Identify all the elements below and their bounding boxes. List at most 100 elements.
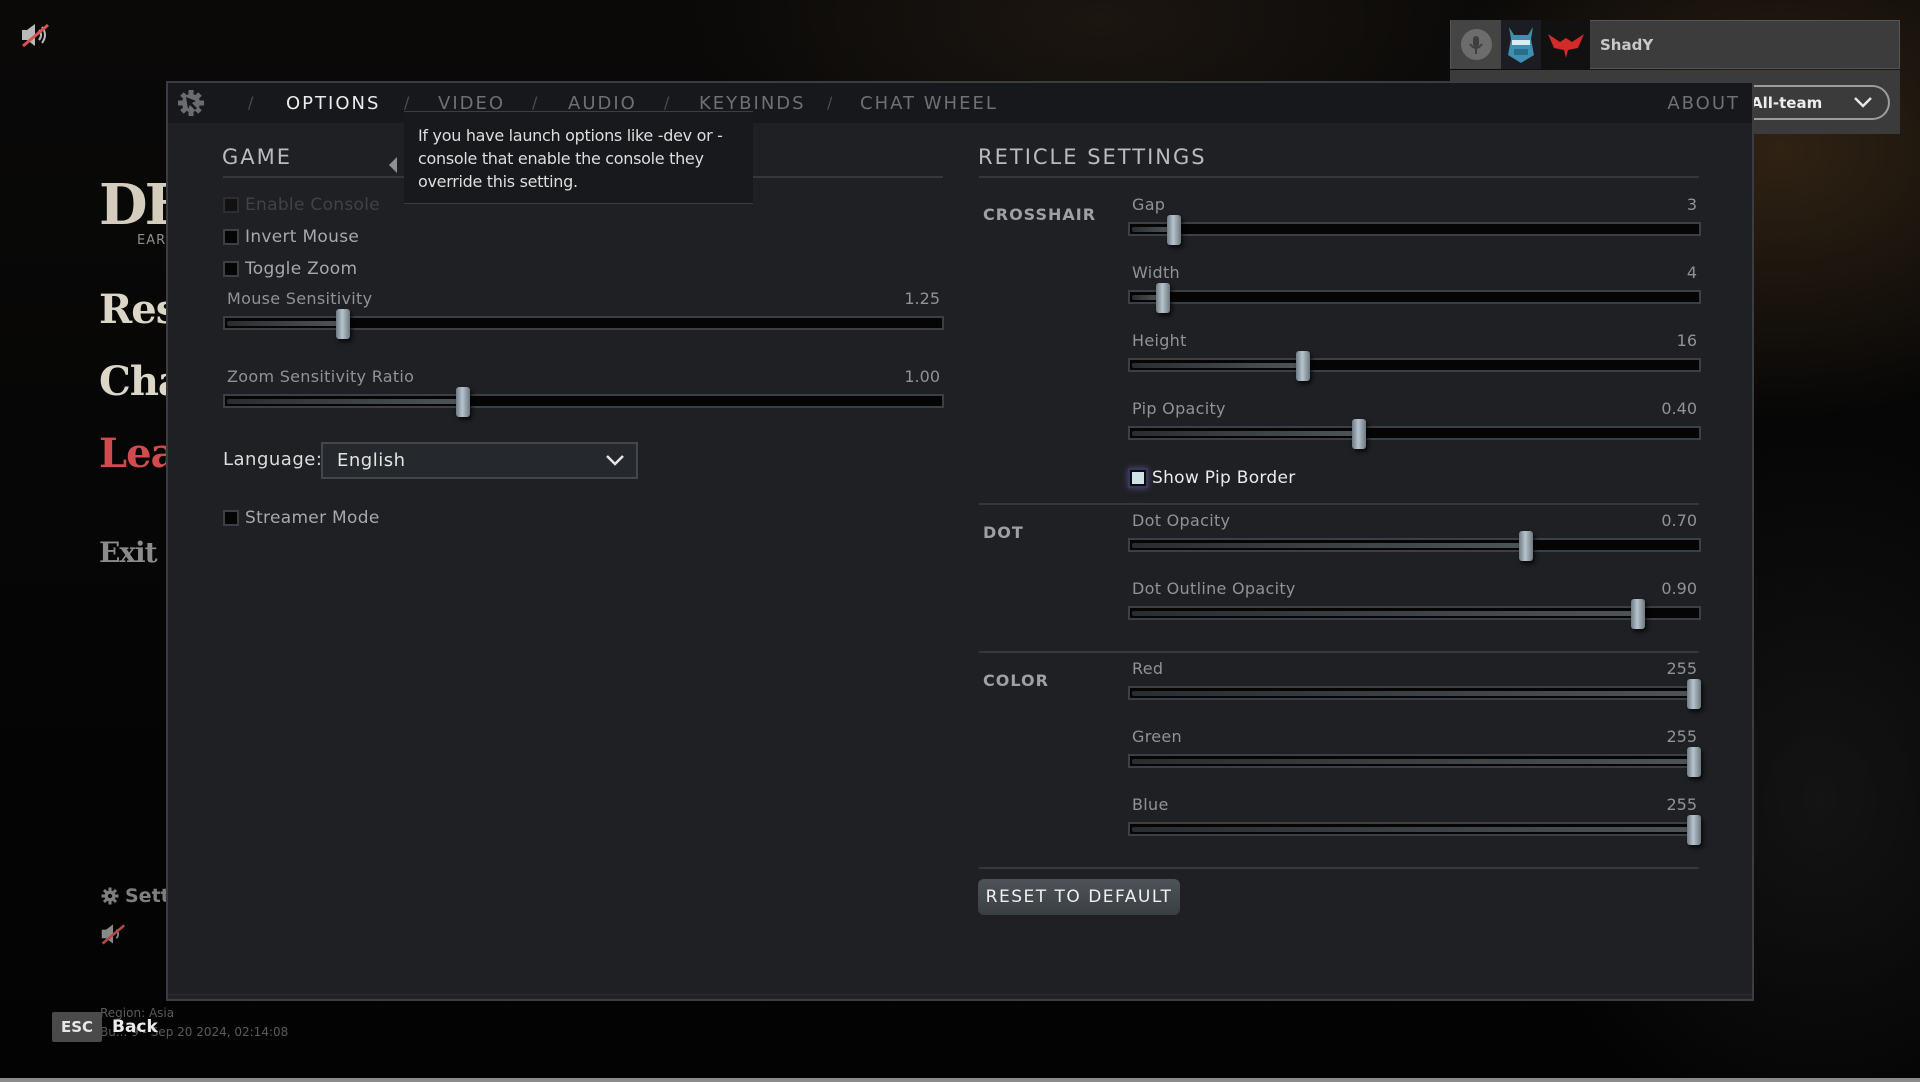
settings-gear-icon[interactable]	[176, 88, 206, 118]
slider-label: Zoom Sensitivity Ratio	[227, 367, 415, 386]
dot-outline-opacity-slider[interactable]: Dot Outline Opacity 0.90	[1128, 579, 1701, 629]
slider-thumb[interactable]	[1296, 351, 1310, 381]
toggle-zoom-checkbox[interactable]: Toggle Zoom	[223, 259, 357, 279]
pip-opacity-slider[interactable]: Pip Opacity 0.40	[1128, 399, 1701, 449]
checkbox-label: Show Pip Border	[1152, 468, 1296, 488]
reset-to-default-button[interactable]: RESET TO DEFAULT	[978, 879, 1180, 915]
checkbox-label: Toggle Zoom	[245, 259, 358, 279]
divider	[979, 651, 1699, 653]
settings-label: Sett	[125, 885, 170, 907]
show-pip-border-checkbox[interactable]: Show Pip Border	[1130, 468, 1296, 488]
tab-about[interactable]: ABOUT	[1667, 83, 1740, 123]
tab-options[interactable]: OPTIONS	[286, 83, 380, 123]
checkbox-box	[223, 261, 239, 277]
muted-speaker-icon[interactable]	[20, 22, 50, 48]
slider-fill	[1132, 759, 1689, 764]
tab-separator: /	[664, 93, 670, 112]
slider-track[interactable]	[1128, 606, 1701, 620]
tab-chat-wheel[interactable]: CHAT WHEEL	[860, 83, 998, 123]
slider-track[interactable]	[1128, 290, 1701, 304]
zoom-sensitivity-ratio-slider[interactable]: Zoom Sensitivity Ratio 1.00	[223, 367, 944, 417]
divider	[979, 503, 1699, 505]
slider-fill	[227, 399, 458, 404]
gap-slider[interactable]: Gap 3	[1128, 195, 1701, 245]
dot-opacity-slider[interactable]: Dot Opacity 0.70	[1128, 511, 1701, 561]
green-slider[interactable]: Green 255	[1128, 727, 1701, 777]
chevron-down-icon	[1854, 97, 1872, 108]
tab-separator: /	[248, 93, 254, 112]
slider-thumb[interactable]	[1519, 531, 1533, 561]
slider-label: Width	[1132, 263, 1180, 282]
slider-track[interactable]	[1128, 754, 1701, 768]
slider-thumb[interactable]	[1167, 215, 1181, 245]
chat-channel-value: All-team	[1751, 93, 1823, 112]
slider-value: 255	[1666, 659, 1697, 678]
voice-button[interactable]	[1451, 20, 1501, 69]
menu-item-settings[interactable]: Sett	[101, 885, 170, 907]
height-slider[interactable]: Height 16	[1128, 331, 1701, 381]
checkbox-label: Invert Mouse	[245, 227, 360, 247]
width-slider[interactable]: Width 4	[1128, 263, 1701, 313]
slider-fill	[1132, 295, 1158, 300]
taskbar-edge	[0, 1078, 1920, 1082]
checkbox-box	[223, 510, 239, 526]
divider	[979, 867, 1699, 869]
slider-value: 0.70	[1661, 511, 1697, 530]
muted-speaker-icon[interactable]	[100, 922, 126, 946]
checkbox-box	[1130, 470, 1146, 486]
back-label: Back	[112, 1017, 158, 1037]
back-button[interactable]: ESC Back	[52, 1012, 158, 1042]
slider-track[interactable]	[1128, 358, 1701, 372]
esc-key-badge: ESC	[52, 1012, 102, 1042]
slider-value: 255	[1666, 795, 1697, 814]
chevron-down-icon	[606, 455, 624, 466]
slider-value: 16	[1676, 331, 1697, 350]
slider-value: 1.25	[904, 289, 940, 308]
enable-console-checkbox[interactable]: Enable Console	[223, 195, 380, 215]
slider-thumb[interactable]	[336, 309, 350, 339]
slider-fill	[1132, 543, 1521, 548]
slider-value: 3	[1686, 195, 1697, 214]
slider-fill	[1132, 691, 1689, 696]
streamer-mode-checkbox[interactable]: Streamer Mode	[223, 508, 380, 528]
tooltip-arrow	[389, 157, 397, 173]
slider-track[interactable]	[1128, 822, 1701, 836]
slider-label: Gap	[1132, 195, 1166, 214]
slider-track[interactable]	[1128, 686, 1701, 700]
slider-thumb[interactable]	[1687, 815, 1701, 845]
slider-label: Green	[1132, 727, 1182, 746]
slider-fill	[1132, 363, 1298, 368]
hero-portrait-icon	[1508, 26, 1534, 63]
invert-mouse-checkbox[interactable]: Invert Mouse	[223, 227, 359, 247]
slider-track[interactable]	[223, 394, 944, 408]
microphone-icon	[1469, 35, 1483, 54]
slider-fill	[1132, 227, 1169, 232]
slider-thumb[interactable]	[1687, 679, 1701, 709]
slider-value: 4	[1686, 263, 1697, 282]
bird-emblem-icon	[1547, 33, 1584, 58]
player-card: ShadY	[1450, 20, 1900, 69]
chat-channel-select[interactable]: All-team	[1751, 85, 1890, 120]
slider-track[interactable]	[1128, 538, 1701, 552]
mouse-sensitivity-slider[interactable]: Mouse Sensitivity 1.25	[223, 289, 944, 339]
slider-thumb[interactable]	[1156, 283, 1170, 313]
blue-slider[interactable]: Blue 255	[1128, 795, 1701, 845]
language-select[interactable]: English	[321, 442, 638, 479]
slider-value: 255	[1666, 727, 1697, 746]
slider-thumb[interactable]	[456, 387, 470, 417]
slider-track[interactable]	[1128, 222, 1701, 236]
player-avatar[interactable]	[1501, 20, 1541, 69]
checkbox-label: Streamer Mode	[245, 508, 380, 528]
slider-track[interactable]	[223, 316, 944, 330]
red-slider[interactable]: Red 255	[1128, 659, 1701, 709]
slider-label: Blue	[1132, 795, 1169, 814]
checkbox-box	[223, 229, 239, 245]
slider-fill	[1132, 431, 1354, 436]
slider-fill	[1132, 827, 1689, 832]
slider-thumb[interactable]	[1631, 599, 1645, 629]
slider-thumb[interactable]	[1352, 419, 1366, 449]
tab-separator: /	[404, 93, 410, 112]
slider-track[interactable]	[1128, 426, 1701, 440]
enable-console-tooltip: If you have launch options like -dev or …	[404, 111, 753, 204]
slider-thumb[interactable]	[1687, 747, 1701, 777]
